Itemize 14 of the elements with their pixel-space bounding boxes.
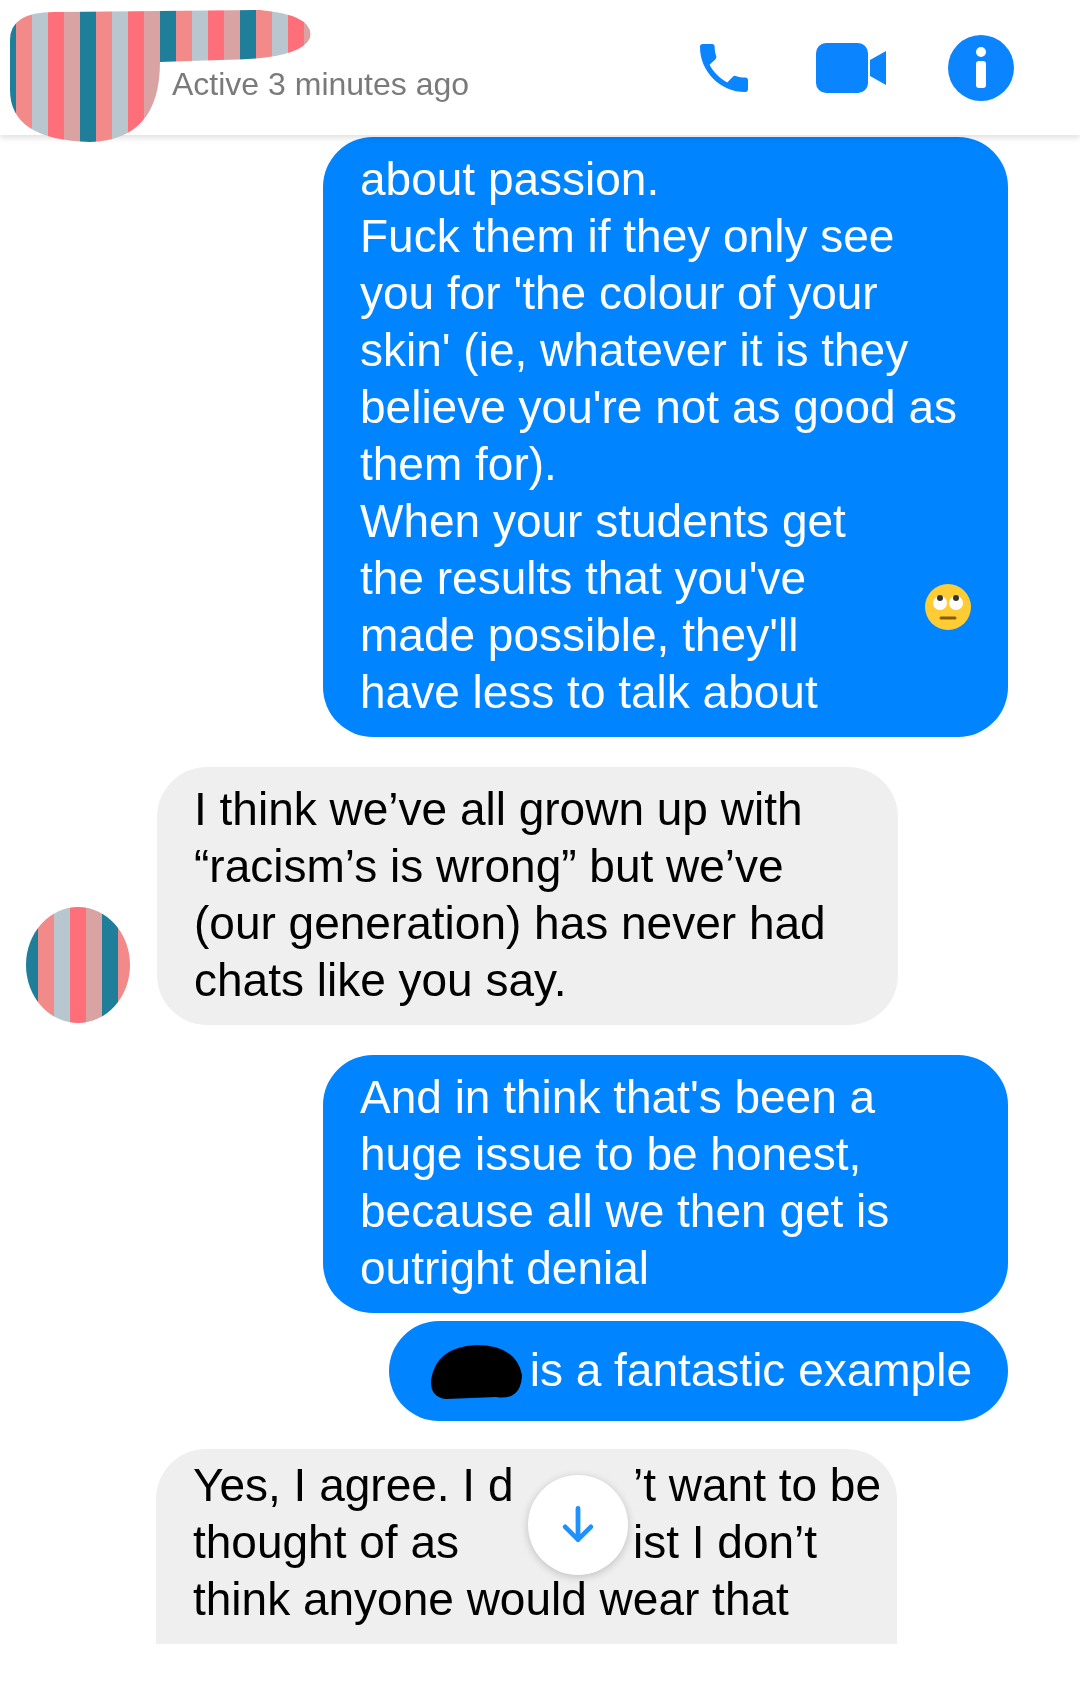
message-text: ist I don’t <box>633 1515 818 1570</box>
message-text: And in think that's been a huge issue to be honest, because all we then get is outright denial <box>360 1070 891 1296</box>
message-text: When your students get the results that you've made possible, they'll have less to talk about <box>360 494 847 720</box>
message-text: think anyone would wear that <box>193 1572 789 1627</box>
message-text: Fuck them if they only see you for 'the colour of your skin' (ie, whatever it is they believe you're not as good as them for). <box>360 209 958 492</box>
message-text: ’t want to be <box>633 1458 882 1513</box>
message-text: Yes, I agree. I d <box>193 1458 514 1513</box>
info-icon[interactable] <box>948 34 1014 101</box>
video-camera-icon[interactable] <box>816 42 888 93</box>
message-text: about passion. <box>360 152 661 207</box>
message-text: thought of as <box>193 1515 459 1570</box>
active-status: Active 3 minutes ago <box>172 66 470 103</box>
message-text: I think we’ve all grown up with “racism’s is wrong” but we’ve (our generation) has never had chats like you say. <box>194 782 827 1008</box>
message-text: is a fantastic example <box>529 1342 972 1398</box>
